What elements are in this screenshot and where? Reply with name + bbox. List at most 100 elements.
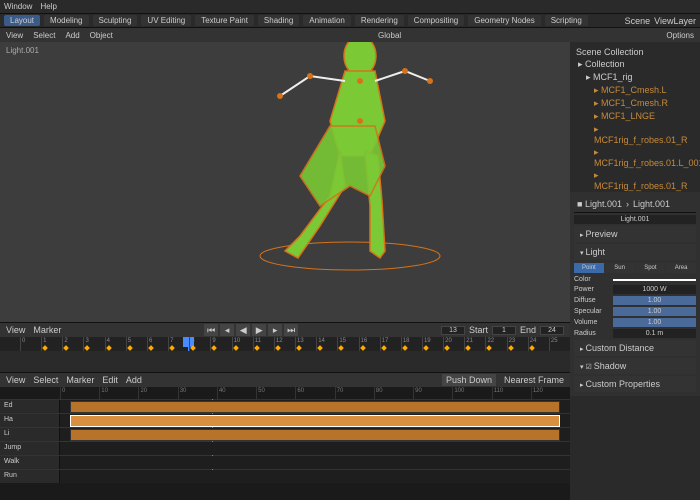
timeline-tick[interactable]: 9 — [210, 337, 231, 351]
timeline-tick[interactable]: 1 — [41, 337, 62, 351]
tab-layout[interactable]: Layout — [4, 15, 40, 26]
tab-texture[interactable]: Texture Paint — [195, 15, 254, 26]
timeline-tick[interactable]: 10 — [232, 337, 253, 351]
breadcrumb-object[interactable]: ■ Light.001 — [577, 199, 622, 209]
timeline-tick[interactable]: 3 — [83, 337, 104, 351]
nla-menu-add[interactable]: Add — [126, 375, 142, 385]
outliner-item[interactable]: ▸ MCF1rig_f_robes.01.L_001 — [574, 146, 696, 169]
nla-track[interactable]: Li — [0, 427, 570, 441]
volume-field[interactable]: 1.00 — [613, 318, 696, 327]
nla-track[interactable]: Ha — [0, 413, 570, 427]
nla-track[interactable]: Jump — [0, 441, 570, 455]
nla-menu-edit[interactable]: Edit — [102, 375, 118, 385]
timeline-tick[interactable]: 5 — [126, 337, 147, 351]
tab-scripting[interactable]: Scripting — [545, 15, 588, 26]
light-type-point[interactable]: Point — [574, 263, 604, 273]
timeline-tick[interactable]: 11 — [253, 337, 274, 351]
timeline-tick[interactable]: 15 — [337, 337, 358, 351]
nla-tracks[interactable]: EdHaLiJumpWalkRun — [0, 399, 570, 483]
timeline-tick[interactable]: 20 — [443, 337, 464, 351]
nla-tick[interactable]: 0 — [60, 387, 99, 399]
nla-track[interactable]: Run — [0, 469, 570, 483]
panel-custom-distance[interactable]: ▸ Custom Distance — [574, 340, 696, 356]
panel-shadow[interactable]: ▾ ☑ Shadow — [574, 358, 696, 374]
timeline-tick[interactable]: 6 — [147, 337, 168, 351]
nla-tick[interactable]: 90 — [413, 387, 452, 399]
timeline-tick[interactable]: 2 — [62, 337, 83, 351]
nla-tick[interactable]: 110 — [492, 387, 531, 399]
menu-view[interactable]: View — [6, 31, 23, 40]
outliner-item[interactable]: ▸ MCF1rig_f_robes.01_R — [574, 123, 696, 146]
tab-compositing[interactable]: Compositing — [408, 15, 464, 26]
timeline-tick[interactable]: 23 — [507, 337, 528, 351]
keyframe-prev-button[interactable]: ◂ — [220, 324, 234, 336]
timeline-tick[interactable]: 4 — [105, 337, 126, 351]
timeline-tick[interactable]: 8 — [189, 337, 210, 351]
outliner-item[interactable]: ▸ MCF1rig_f_robes.01_R — [574, 169, 696, 192]
tab-shading[interactable]: Shading — [258, 15, 299, 26]
power-field[interactable]: 1000 W — [613, 285, 696, 294]
timeline-tick[interactable]: 19 — [422, 337, 443, 351]
current-frame-field[interactable] — [441, 326, 465, 335]
keyframe-next-button[interactable]: ▸ — [268, 324, 282, 336]
pushdown-button[interactable]: Push Down — [442, 374, 496, 386]
timeline-tick[interactable]: 14 — [316, 337, 337, 351]
timeline-tick[interactable]: 12 — [274, 337, 295, 351]
menu-select[interactable]: Select — [33, 31, 55, 40]
track-label[interactable]: Walk — [0, 456, 60, 469]
light-name-field[interactable]: Light.001 — [574, 215, 696, 224]
nla-tick[interactable]: 100 — [452, 387, 491, 399]
track-label[interactable]: Run — [0, 470, 60, 483]
light-type-spot[interactable]: Spot — [636, 263, 666, 273]
timeline-tick[interactable]: 16 — [359, 337, 380, 351]
track-label[interactable]: Jump — [0, 442, 60, 455]
nla-track[interactable]: Ed — [0, 399, 570, 413]
light-type-area[interactable]: Area — [666, 263, 696, 273]
nla-track[interactable]: Walk — [0, 455, 570, 469]
nla-menu-select[interactable]: Select — [33, 375, 58, 385]
tl-menu-marker[interactable]: Marker — [33, 325, 61, 335]
tab-geo[interactable]: Geometry Nodes — [468, 15, 540, 26]
timeline-tick[interactable]: 25 — [549, 337, 570, 351]
end-frame-field[interactable] — [540, 326, 564, 335]
nla-tick[interactable]: 120 — [531, 387, 570, 399]
color-swatch[interactable] — [613, 279, 696, 281]
track-label[interactable]: Ed — [0, 400, 60, 413]
menu-window[interactable]: Window — [4, 2, 32, 11]
panel-light[interactable]: ▾ Light — [574, 244, 696, 260]
nla-menu-view[interactable]: View — [6, 375, 25, 385]
play-reverse-button[interactable]: ◀ — [236, 324, 250, 336]
nla-strip[interactable] — [70, 429, 560, 441]
outliner-item[interactable]: ▸ Collection — [574, 58, 696, 71]
nla-menu-marker[interactable]: Marker — [66, 375, 94, 385]
jump-end-button[interactable]: ⏭ — [284, 324, 298, 336]
timeline-tick[interactable]: 7 — [168, 337, 189, 351]
tab-modeling[interactable]: Modeling — [44, 15, 88, 26]
outliner-item[interactable]: ▸ MCF1_LNGE — [574, 110, 696, 123]
breadcrumb-data[interactable]: Light.001 — [633, 199, 670, 209]
nla-tick[interactable]: 10 — [99, 387, 138, 399]
timeline-tick[interactable]: 18 — [401, 337, 422, 351]
panel-custom-props[interactable]: ▸ Custom Properties — [574, 376, 696, 392]
outliner-item[interactable]: ▸ MCF1_Cmesh.L — [574, 84, 696, 97]
timeline-tick[interactable]: 24 — [528, 337, 549, 351]
outliner-item[interactable]: ▸ MCF1_rig — [574, 71, 696, 84]
nla-strip[interactable] — [70, 415, 560, 427]
track-label[interactable]: Li — [0, 428, 60, 441]
tl-menu-view[interactable]: View — [6, 325, 25, 335]
tab-animation[interactable]: Animation — [303, 15, 351, 26]
outliner-root[interactable]: Scene Collection — [574, 46, 696, 58]
menu-object[interactable]: Object — [90, 31, 113, 40]
tab-uv[interactable]: UV Editing — [141, 15, 191, 26]
menu-help[interactable]: Help — [40, 2, 56, 11]
timeline-tick[interactable]: 22 — [485, 337, 506, 351]
snap-dropdown[interactable]: Nearest Frame — [504, 375, 564, 385]
light-type-sun[interactable]: Sun — [605, 263, 635, 273]
timeline-ruler[interactable]: 0123456789101112131415161718192021222324… — [0, 337, 570, 351]
nla-ruler[interactable]: 0102030405060708090100110120 — [0, 387, 570, 399]
nla-tick[interactable]: 30 — [178, 387, 217, 399]
timeline-tick[interactable]: 13 — [295, 337, 316, 351]
nla-tick[interactable]: 80 — [374, 387, 413, 399]
nla-tick[interactable]: 20 — [138, 387, 177, 399]
tab-sculpting[interactable]: Sculpting — [93, 15, 138, 26]
